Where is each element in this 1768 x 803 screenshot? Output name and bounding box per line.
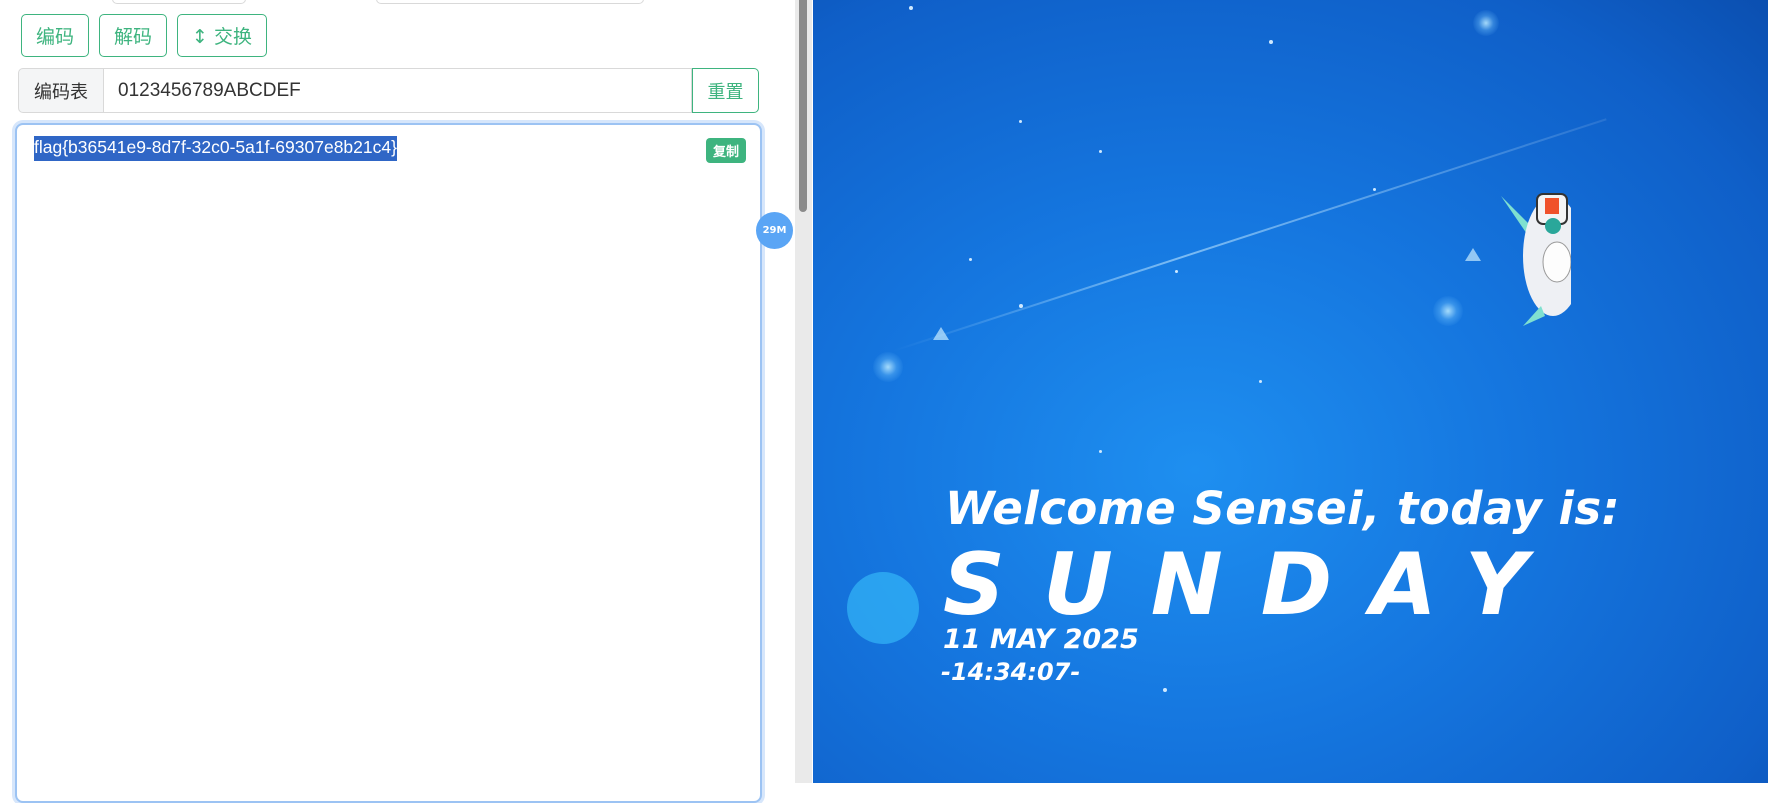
scrollbar-thumb[interactable] — [799, 0, 807, 212]
vertical-scrollbar[interactable] — [795, 0, 812, 783]
triangle-sparkle — [933, 327, 949, 340]
code-table-group: 编码表 0123456789ABCDEF 重置 — [18, 68, 759, 113]
triangle-sparkle — [1465, 248, 1481, 261]
star — [1099, 450, 1102, 453]
reset-button[interactable]: 重置 — [692, 68, 759, 113]
star-glow — [1473, 10, 1499, 36]
base-converter-panel: 编码 解码 ↕ 交换 编码表 0123456789ABCDEF 重置 flag{… — [0, 0, 795, 803]
copy-button[interactable]: 复制 — [705, 138, 746, 163]
star — [969, 258, 972, 261]
star — [1373, 188, 1376, 191]
code-table-label: 编码表 — [18, 68, 104, 113]
code-table-input[interactable]: 0123456789ABCDEF — [104, 68, 692, 113]
output-selected-text[interactable]: flag{b36541e9-8d7f-32c0-5a1f-69307e8b21c… — [34, 136, 397, 161]
action-button-row: 编码 解码 ↕ 交换 — [21, 14, 267, 57]
time-text: -14:34:07- — [941, 658, 1081, 686]
bokeh-orb — [847, 572, 919, 644]
star — [1269, 40, 1273, 44]
swap-button[interactable]: ↕ 交换 — [177, 14, 267, 57]
star — [1019, 120, 1022, 123]
star-glow — [873, 352, 903, 382]
decode-button[interactable]: 解码 — [99, 14, 168, 57]
star — [1175, 270, 1178, 273]
top-input-edge[interactable] — [376, 0, 644, 4]
star — [1163, 688, 1167, 692]
floating-memory-badge[interactable]: 29M — [756, 212, 793, 249]
top-select-edge[interactable] — [112, 0, 246, 4]
welcome-text: Welcome Sensei, today is: — [945, 482, 1621, 535]
star — [1259, 380, 1262, 383]
date-text: 11 MAY 2025 — [943, 624, 1139, 655]
light-streak — [892, 118, 1607, 352]
weekday-text: SUNDAY — [943, 535, 1566, 635]
encode-button[interactable]: 编码 — [21, 14, 90, 57]
star — [909, 6, 913, 10]
star-glow — [1433, 296, 1463, 326]
mascot-character-icon — [1501, 193, 1571, 326]
star — [1019, 304, 1023, 308]
star — [1099, 150, 1102, 153]
output-textarea[interactable]: flag{b36541e9-8d7f-32c0-5a1f-69307e8b21c… — [15, 123, 762, 803]
desktop-wallpaper: Welcome Sensei, today is: SUNDAY 11 MAY … — [813, 0, 1768, 783]
